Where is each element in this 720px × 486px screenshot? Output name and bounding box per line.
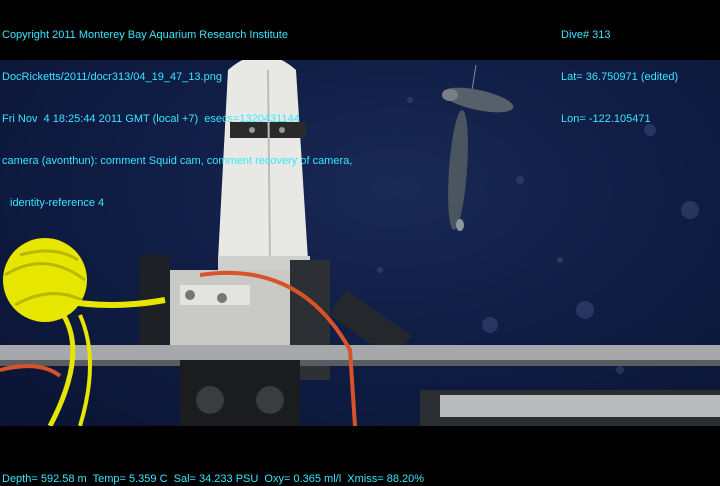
video-frame: Copyright 2011 Monterey Bay Aquarium Res… [0, 0, 720, 486]
copyright-line: Copyright 2011 Monterey Bay Aquarium Res… [2, 29, 288, 41]
latitude: Lat= 36.750971 (edited) [561, 71, 679, 83]
squid-specimen [442, 64, 514, 231]
overlay-top-left: Copyright 2011 Monterey Bay Aquarium Res… [2, 0, 352, 238]
timestamp-line: Fri Nov 4 18:25:44 2011 GMT (local +7) e… [2, 113, 300, 125]
longitude: Lon= -122.105471 [561, 113, 651, 125]
camera-comment-line: camera (avonthun): comment Squid cam, co… [2, 155, 353, 167]
identity-reference-line: identity-reference 4 [10, 197, 105, 209]
overlay-top-right: Dive# 313 Lat= 36.750971 (edited) Lon= -… [561, 0, 678, 154]
dive-number: Dive# 313 [561, 29, 611, 41]
rov-frame [0, 255, 720, 426]
overlay-sensor-readout: Depth= 592.58 m Temp= 5.359 C Sal= 34.23… [2, 473, 425, 485]
image-path-line: DocRicketts/2011/docr313/04_19_47_13.png [2, 71, 222, 83]
